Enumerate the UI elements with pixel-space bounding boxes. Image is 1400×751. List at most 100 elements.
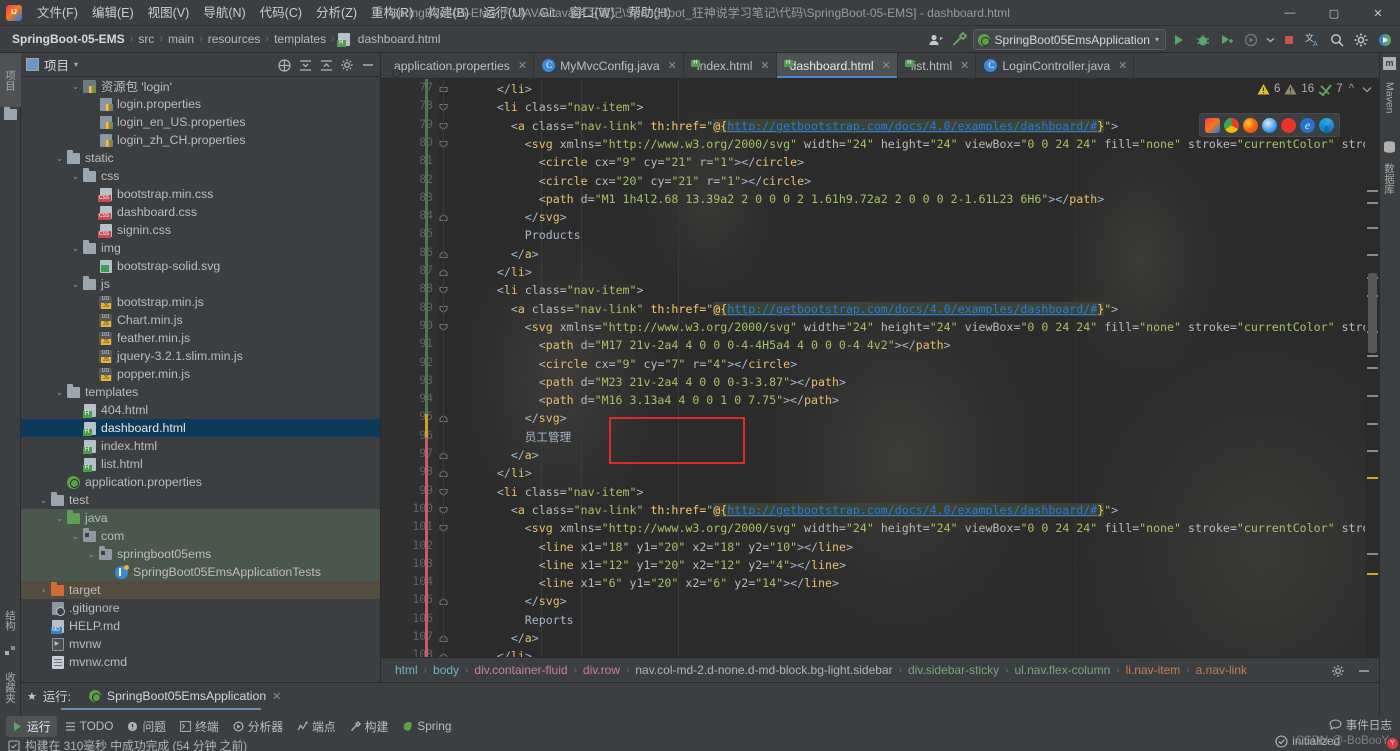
menu-item-run[interactable]: 运行(U) [476,3,532,23]
maximize-button[interactable]: ▢ [1312,0,1356,26]
status-tool-terminal[interactable]: 终端 [174,716,225,737]
code-line[interactable]: </a> [511,446,539,464]
chevron-right-icon[interactable]: › [37,584,50,597]
menu-item-file[interactable]: 文件(F) [30,3,85,23]
breadcrumb-item-body[interactable]: body [431,663,461,677]
minimize-button[interactable]: — [1268,0,1312,26]
status-tool-problems[interactable]: 问题 [121,716,172,737]
tree-item-list-html[interactable]: list.html [21,455,380,473]
menu-item-code[interactable]: 代码(C) [253,3,309,23]
tree-item-img[interactable]: ⌄ img [21,239,380,257]
status-tool-spring[interactable]: Spring [396,717,457,735]
tree-item-dashboard-css[interactable]: dashboard.css [21,203,380,221]
code-line[interactable]: <circle cx="20" cy="21" r="1"></circle> [539,172,811,190]
code-line[interactable]: <line x1="6" y1="20" x2="6" y2="14"></li… [539,574,839,592]
navbar-crumb-resources[interactable]: resources [204,31,265,47]
close-icon[interactable]: ✕ [272,690,281,703]
status-tool-run[interactable]: 运行 [6,715,57,737]
code-line[interactable]: </svg> [525,208,567,226]
chevron-down-icon[interactable]: ⌄ [53,386,66,399]
code-line[interactable]: <li class="nav-item"> [497,281,644,299]
chevron-down-icon[interactable]: ⌄ [37,494,50,507]
search-everywhere-icon[interactable] [1374,29,1396,51]
tool-window-buttons[interactable]: 运行 TODO 问题 终端 分析器 端点 构建 Spring [6,715,457,737]
tree-item-static[interactable]: ⌄ static [21,149,380,167]
chevron-down-icon[interactable]: ⌄ [69,170,82,183]
code-line[interactable]: </li> [497,263,532,281]
next-problem-icon[interactable] [1360,86,1374,93]
inspection-status-widget[interactable]: 6 16 7 ^ [1257,78,1374,100]
sidebar-item-maven[interactable]: Maven [1379,73,1400,123]
user-account-icon[interactable] [925,29,947,51]
scroll-from-source-icon[interactable] [274,55,294,75]
run-configuration-selector[interactable]: SpringBoot05EmsApplication ▾ [972,29,1166,50]
collapse-all-icon[interactable] [316,55,336,75]
status-tool-profiler[interactable]: 分析器 [227,716,289,737]
sidebar-item-structure[interactable]: 结构 [0,598,21,642]
edge-icon[interactable] [1319,117,1334,133]
run-with-coverage-button[interactable] [1216,29,1238,51]
tree-item-mvnw-cmd[interactable]: mvnw.cmd [21,653,380,671]
run-tab[interactable]: ★ 运行: SpringBoot05EmsApplication ✕ [27,683,281,709]
tree-item-templates[interactable]: ⌄ templates [21,383,380,401]
chevron-down-icon[interactable]: ⌄ [69,242,82,255]
editor-tab-application-properties[interactable]: application.properties ✕ [381,53,535,78]
close-icon[interactable]: ✕ [1118,59,1127,72]
status-tool-endpoints[interactable]: 端点 [291,716,342,737]
menu-item-help[interactable]: 帮助(H) [622,3,678,23]
translate-icon[interactable]: 文A [1302,29,1324,51]
sidebar-item-favorites[interactable]: 收藏夹 [0,663,21,713]
previous-problem-icon[interactable]: ^ [1347,83,1356,95]
gear-icon[interactable] [1327,660,1349,682]
code-line[interactable]: <a class="nav-link" th:href="@{http://ge… [511,300,1118,318]
menu-item-view[interactable]: 视图(V) [141,3,197,23]
code-line[interactable]: <circle cx="9" cy="7" r="4"></circle> [539,355,797,373]
code-line[interactable]: Reports [525,611,574,629]
tree-item-js[interactable]: ⌄ js [21,275,380,293]
expand-all-icon[interactable] [295,55,315,75]
tree-item-dashboard-html[interactable]: dashboard.html [21,419,380,437]
close-icon[interactable]: ✕ [960,59,969,72]
tree-item-springboot05emsapplicationtests[interactable]: SpringBoot05EmsApplicationTests [21,563,380,581]
code-line[interactable]: <svg xmlns="http://www.w3.org/2000/svg" … [525,519,1379,537]
breadcrumb-item-div-sidebar-sticky[interactable]: div.sidebar-sticky [906,663,1001,677]
code-line[interactable]: <path d="M17 21v-2a4 4 0 0 0-4-4H5a4 4 0… [539,336,951,354]
tree-item-login-zh-ch-properties[interactable]: login_zh_CH.properties [21,131,380,149]
navbar-crumb-main[interactable]: main [164,31,198,47]
breadcrumb-item-a-nav-link[interactable]: a.nav-link [1194,663,1249,677]
tree-item-bootstrap-min-js[interactable]: bootstrap.min.js [21,293,380,311]
editor-tab-list-html[interactable]: list.html ✕ [898,53,977,78]
chevron-down-icon[interactable]: ⌄ [69,278,82,291]
element-breadcrumb-bar[interactable]: html › body › div.container-fluid › div.row › na… [381,657,1379,682]
editor-gutter[interactable]: 7778798081828384858687888990919293949596… [381,79,448,657]
code-line[interactable]: <svg xmlns="http://www.w3.org/2000/svg" … [525,135,1379,153]
close-icon[interactable]: ✕ [882,59,891,72]
run-configuration-tab-name[interactable]: SpringBoot05EmsApplication [107,689,266,703]
browser-preview-toolbar[interactable]: e [1199,113,1340,137]
sidebar-item-project[interactable]: 项目 [0,53,21,107]
debug-button[interactable] [1192,29,1214,51]
editor-tab-bar[interactable]: application.properties ✕ C MyMvcConfig.java… [381,53,1379,79]
tree-item-gitignore[interactable]: .gitignore [21,599,380,617]
tree-item-help-md[interactable]: HELP.md [21,617,380,635]
tree-item-jquery-3-2-1-slim-min-js[interactable]: jquery-3.2.1.slim.min.js [21,347,380,365]
code-line[interactable]: <line x1="18" y1="20" x2="18" y2="10"></… [539,538,853,556]
safari-icon[interactable] [1262,117,1277,133]
tree-item-popper-min-js[interactable]: popper.min.js [21,365,380,383]
chevron-down-icon[interactable]: ⌄ [53,152,66,165]
navbar-crumb-project[interactable]: SpringBoot-05-EMS [8,31,129,47]
close-button[interactable]: ✕ [1356,0,1400,26]
code-line[interactable]: </li> [497,647,532,657]
code-line[interactable]: Products [525,226,581,244]
intellij-icon[interactable] [1205,117,1220,133]
chevron-down-icon[interactable]: ⌄ [69,530,82,543]
chrome-icon[interactable] [1224,117,1239,133]
tree-item-404-html[interactable]: 404.html [21,401,380,419]
editor-tab-dashboard-html[interactable]: dashboard.html ✕ [776,53,898,78]
code-line[interactable]: <path d="M1 1h4l2.68 13.39a2 2 0 0 0 2 1… [539,190,1104,208]
navbar-crumb-src[interactable]: src [134,31,158,47]
ie-icon[interactable]: e [1300,117,1315,133]
code-line[interactable]: <line x1="12" y1="20" x2="12" y2="4"></l… [539,556,846,574]
tree-item-java[interactable]: ⌄ java [21,509,380,527]
editor-marker-bar[interactable] [1365,105,1379,657]
